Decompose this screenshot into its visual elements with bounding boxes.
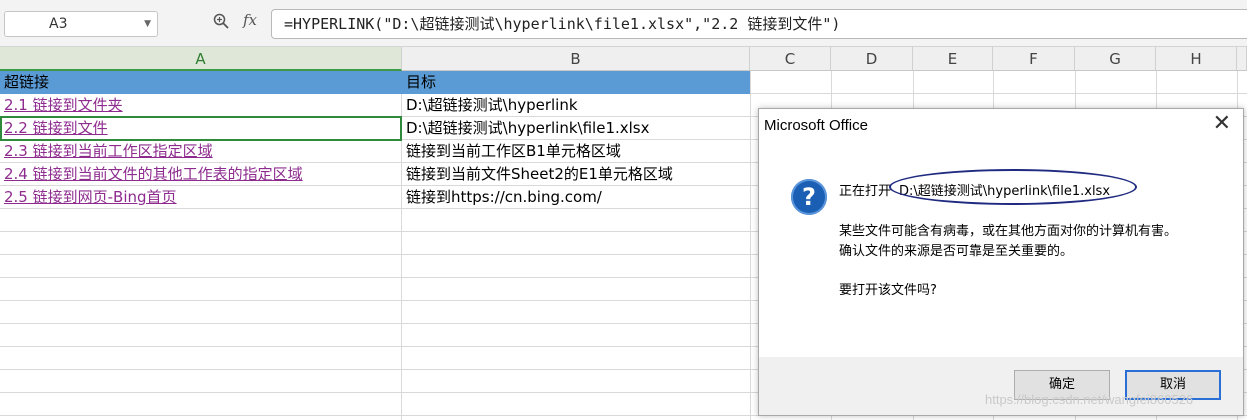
question-text: 要打开该文件吗?	[839, 283, 937, 298]
column-header-e[interactable]: E	[913, 47, 993, 71]
chevron-down-icon[interactable]: ▼	[144, 12, 151, 36]
column-header-h[interactable]: H	[1156, 47, 1237, 71]
hyperlink-cell[interactable]: 2.3 链接到当前工作区指定区域	[0, 140, 402, 163]
target-cell[interactable]: 链接到当前文件Sheet2的E1单元格区域	[402, 163, 750, 186]
column-header-b[interactable]: B	[402, 47, 750, 71]
highlight-oval	[889, 169, 1137, 205]
name-box-value: A3	[49, 16, 68, 32]
cell-a1[interactable]: 超链接	[0, 71, 402, 94]
target-cell[interactable]: D:\超链接测试\hyperlink	[402, 94, 750, 117]
security-dialog: Microsoft Office ✕ ? 正在打开 D:\超链接测试\hyper…	[758, 108, 1244, 416]
target-cell[interactable]: 链接到https://cn.bing.com/	[402, 186, 750, 209]
column-header-d[interactable]: D	[831, 47, 913, 71]
column-header-g[interactable]: G	[1075, 47, 1156, 71]
column-header-i[interactable]	[1237, 47, 1247, 71]
target-cell[interactable]: 链接到当前工作区B1单元格区域	[402, 140, 750, 163]
cell-b1[interactable]: 目标	[402, 71, 750, 94]
table-row: 超链接 目标	[0, 71, 1247, 94]
hyperlink-cell[interactable]: 2.5 链接到网页-Bing首页	[0, 186, 402, 209]
column-header-c[interactable]: C	[750, 47, 831, 71]
formula-input[interactable]: =HYPERLINK("D:\超链接测试\hyperlink\file1.xls…	[271, 9, 1247, 39]
dialog-title: Microsoft Office	[764, 117, 868, 134]
formula-bar: A3 ▼ fx =HYPERLINK("D:\超链接测试\hyperlink\f…	[0, 0, 1247, 47]
hyperlink-cell[interactable]: 2.4 链接到当前文件的其他工作表的指定区域	[0, 163, 402, 186]
column-header-f[interactable]: F	[993, 47, 1075, 71]
fx-icon[interactable]: fx	[243, 11, 257, 29]
name-box[interactable]: A3 ▼	[4, 11, 158, 37]
column-header-a[interactable]: A	[0, 47, 402, 71]
warning-line-1: 某些文件可能含有病毒，或在其他方面对你的计算机有害。	[839, 224, 1178, 239]
question-icon: ?	[791, 179, 827, 215]
active-cell-selection	[0, 116, 402, 141]
warning-line-2: 确认文件的来源是否可靠是至关重要的。	[839, 244, 1074, 259]
opening-label: 正在打开	[839, 184, 892, 199]
close-icon[interactable]: ✕	[1213, 111, 1231, 136]
target-cell[interactable]: D:\超链接测试\hyperlink\file1.xlsx	[402, 117, 750, 140]
zoom-icon[interactable]	[213, 13, 229, 29]
watermark: https://blog.csdn.net/wangfei860526	[985, 392, 1194, 407]
hyperlink-cell[interactable]: 2.1 链接到文件夹	[0, 94, 402, 117]
